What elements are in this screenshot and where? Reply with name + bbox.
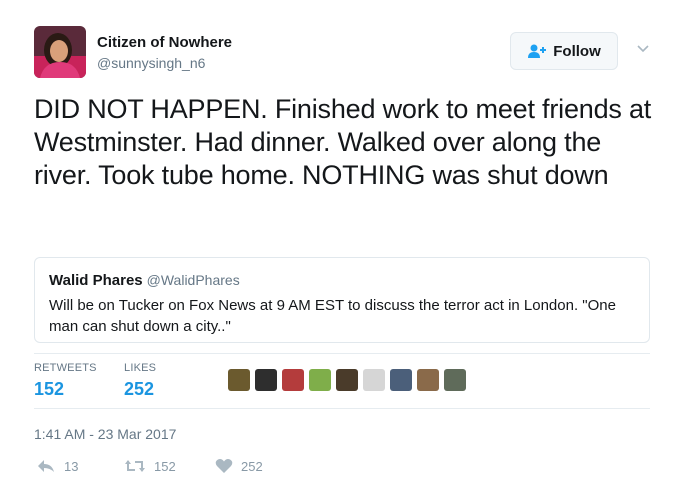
liker-avatar-1[interactable] bbox=[228, 369, 250, 391]
quoted-tweet[interactable]: Walid Phares @WalidPhares Will be on Tuck… bbox=[34, 257, 650, 343]
chevron-down-icon bbox=[637, 45, 649, 53]
retweet-action[interactable]: 152 bbox=[124, 458, 176, 474]
retweets-stat[interactable]: RETWEETS 152 bbox=[34, 362, 97, 400]
likes-label: LIKES bbox=[124, 362, 157, 374]
follow-button-label: Follow bbox=[553, 42, 601, 60]
liker-avatar-7[interactable] bbox=[390, 369, 412, 391]
quoted-tweet-handle: @WalidPhares bbox=[146, 272, 240, 288]
retweet-count: 152 bbox=[154, 458, 176, 474]
liker-avatar-2[interactable] bbox=[255, 369, 277, 391]
retweets-label: RETWEETS bbox=[34, 362, 97, 374]
divider bbox=[34, 353, 650, 354]
follow-person-plus-icon bbox=[528, 44, 547, 58]
liker-avatars bbox=[228, 369, 466, 393]
like-action[interactable]: 252 bbox=[215, 458, 263, 474]
divider bbox=[34, 408, 650, 409]
likes-stat[interactable]: LIKES 252 bbox=[124, 362, 156, 400]
retweets-value: 152 bbox=[34, 379, 65, 399]
quoted-tweet-text: Will be on Tucker on Fox News at 9 AM ES… bbox=[49, 297, 616, 335]
reply-count: 13 bbox=[64, 458, 79, 474]
follow-button[interactable]: Follow bbox=[510, 32, 618, 70]
reply-action[interactable]: 13 bbox=[36, 458, 78, 474]
author-avatar[interactable] bbox=[34, 26, 86, 78]
like-count: 252 bbox=[241, 458, 263, 474]
liker-avatar-5[interactable] bbox=[336, 369, 358, 391]
heart-icon bbox=[215, 459, 233, 473]
author-name[interactable]: Citizen of Nowhere bbox=[97, 34, 232, 51]
likes-value: 252 bbox=[124, 379, 155, 399]
liker-avatar-9[interactable] bbox=[444, 369, 466, 391]
liker-avatar-4[interactable] bbox=[309, 369, 331, 391]
quoted-tweet-name: Walid Phares bbox=[49, 272, 143, 289]
quoted-tweet-author: Walid Phares @WalidPhares bbox=[49, 272, 240, 289]
tweet-timestamp[interactable]: 1:41 AM - 23 Mar 2017 bbox=[34, 426, 176, 442]
tweet-text: DID NOT HAPPEN. Finished work to meet fr… bbox=[34, 94, 652, 190]
profile-photo bbox=[34, 26, 86, 78]
reply-icon bbox=[38, 460, 54, 472]
liker-avatar-6[interactable] bbox=[363, 369, 385, 391]
tweet-menu-button[interactable] bbox=[636, 42, 650, 56]
liker-avatar-8[interactable] bbox=[417, 369, 439, 391]
retweet-icon bbox=[125, 460, 145, 472]
author-handle[interactable]: @sunnysingh_n6 bbox=[97, 55, 205, 71]
liker-avatar-3[interactable] bbox=[282, 369, 304, 391]
